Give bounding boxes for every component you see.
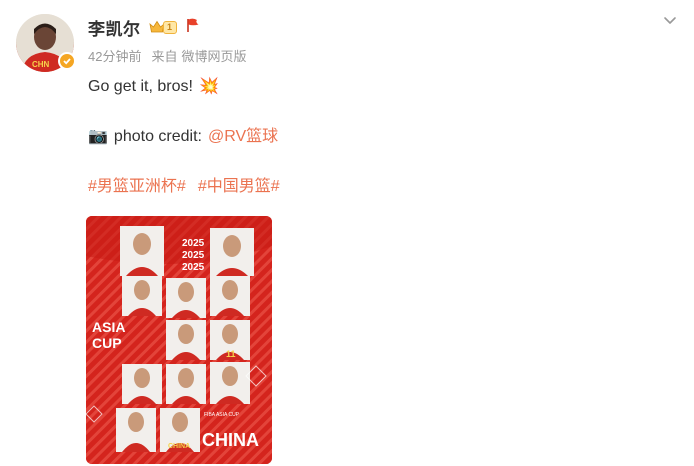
jersey-number: 11 [226,349,236,359]
post-text-line: Go get it, bros! 💥 [88,76,668,98]
post-image[interactable]: 2025 2025 2025 ASIA CUP 11 CHINA FIBA AS… [86,216,272,464]
avatar[interactable]: CHN [16,14,76,72]
red-flag-icon[interactable] [185,17,201,38]
collision-emoji: 💥 [198,78,219,95]
post-meta: 42分钟前 来自 微博网页版 [88,46,247,65]
post-header: 李凯尔 1 [88,15,201,39]
poster-team: CHINA [202,430,259,450]
poster-year-2: 2025 [182,250,205,261]
poster-cup: CUP [92,335,122,351]
photo-credit-line: 📷 photo credit: @RV篮球 [88,126,668,148]
vip-badge[interactable]: 1 [148,19,177,35]
hashtag-china-team[interactable]: #中国男篮# [198,176,280,198]
post-source[interactable]: 微博网页版 [181,46,246,65]
poster-illustration: 2025 2025 2025 ASIA CUP 11 CHINA FIBA AS… [86,216,272,464]
svg-text:CHN: CHN [32,60,50,69]
mention-link[interactable]: @RV篮球 [208,126,278,148]
poster-year-3: 2025 [182,262,205,273]
poster-asia: ASIA [92,319,125,335]
post-content: Go get it, bros! 💥 📷 photo credit: @RV篮球… [88,76,668,198]
weibo-post: CHN 李凯尔 1 42分钟前 来自 微博网页版 Go get it, bros… [0,0,694,466]
hashtag-asia-cup[interactable]: #男篮亚洲杯# [88,176,186,198]
hashtag-list: #男篮亚洲杯# #中国男篮# [88,176,668,198]
verified-icon [58,52,76,70]
source-label: 来自 [151,49,178,64]
camera-emoji: 📷 [88,128,108,145]
post-text: Go get it, bros! [88,78,193,95]
photo-credit-label: photo credit: [113,128,202,145]
jersey-text: CHINA [168,443,190,450]
poster-small-caption: FIBA ASIA CUP [204,412,240,418]
username[interactable]: 李凯尔 [88,15,141,40]
chevron-down-icon[interactable] [660,10,680,30]
poster-year-1: 2025 [182,238,205,249]
post-time[interactable]: 42分钟前 [88,46,141,65]
vip-level: 1 [162,20,177,34]
